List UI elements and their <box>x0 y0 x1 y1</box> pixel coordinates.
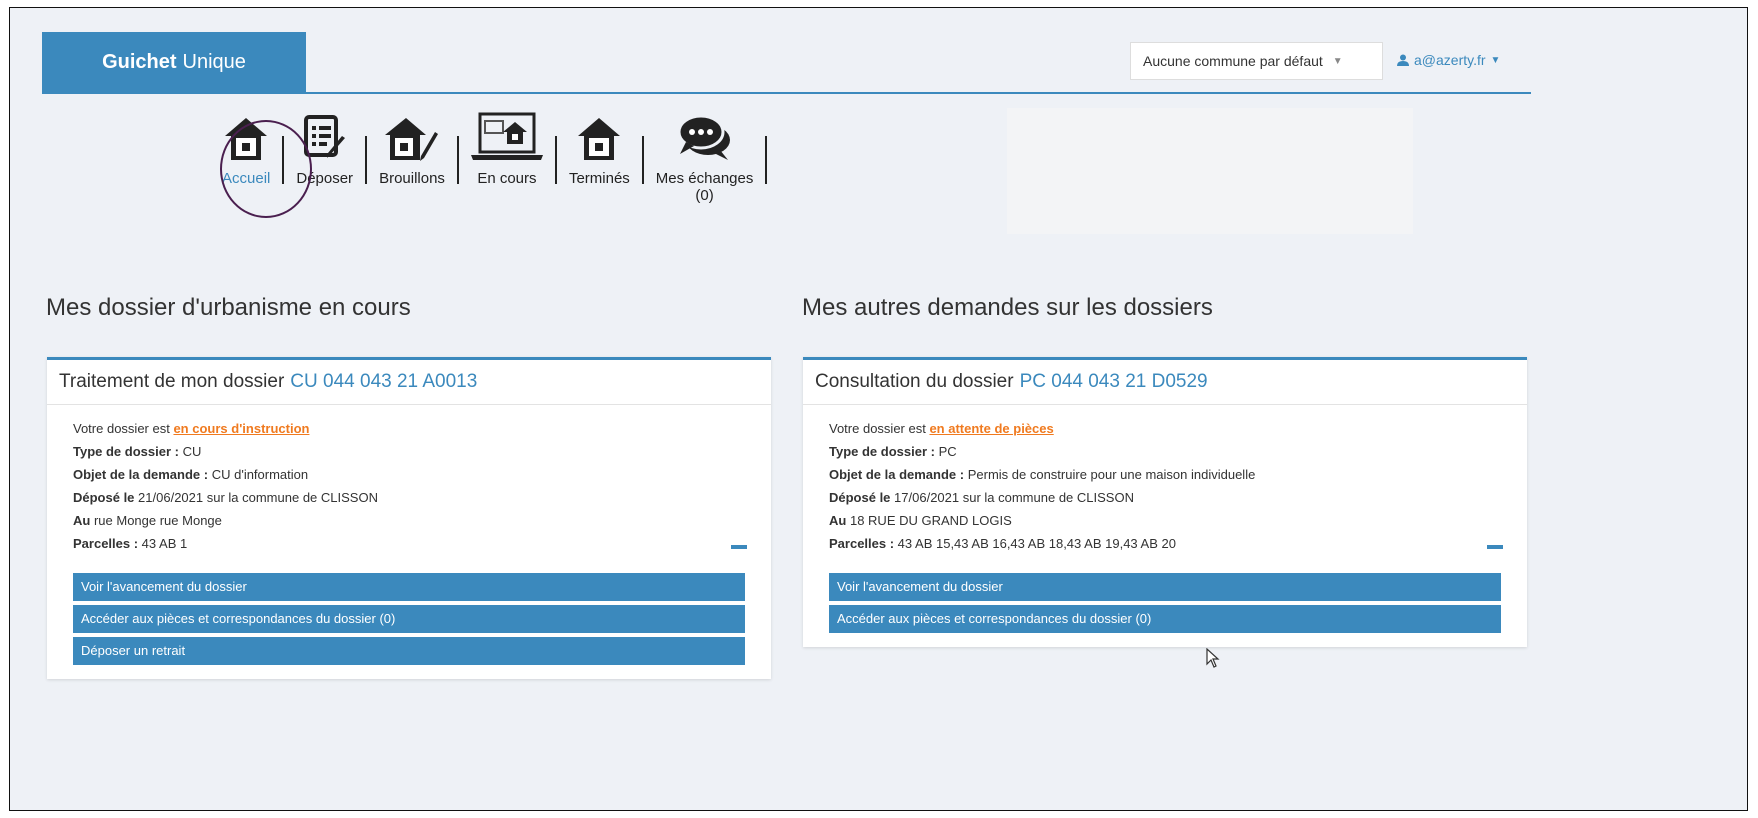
chevron-down-icon: ▼ <box>1490 54 1501 66</box>
brand-rest: Unique <box>182 50 246 73</box>
nav-label-termines: Terminés <box>568 170 630 187</box>
section-title-dossiers: Mes dossier d'urbanisme en cours <box>46 294 411 321</box>
dossier-card: Consultation du dossier PC 044 043 21 D0… <box>803 357 1527 647</box>
type-label: Type de dossier : <box>73 444 179 459</box>
user-menu[interactable]: a@azerty.fr ▼ <box>1397 52 1500 68</box>
depose-label: Déposé le <box>829 490 891 505</box>
chevron-down-icon: ▼ <box>1332 55 1343 67</box>
nav-count-mes-echanges: (0) <box>695 187 714 204</box>
dossier-card: Traitement de mon dossier CU 044 043 21 … <box>47 357 771 679</box>
depose-line: Déposé le 17/06/2021 sur la commune de C… <box>829 486 1501 509</box>
status-prefix: Votre dossier est <box>73 421 170 436</box>
nav-divider <box>765 136 768 184</box>
commune-select[interactable]: Aucune commune par défaut ▼ <box>1130 42 1383 80</box>
adresse-value: rue Monge rue Monge <box>93 513 222 528</box>
adresse-label: Au <box>829 513 847 528</box>
type-line: Type de dossier : PC <box>829 440 1501 463</box>
voir-avancement-button[interactable]: Voir l'avancement du dossier <box>73 573 745 601</box>
status-line: Votre dossier est en attente de pièces <box>829 417 1501 440</box>
nav-item-en-cours[interactable]: En cours <box>459 110 555 187</box>
depose-value: 21/06/2021 sur la commune de CLISSON <box>138 490 378 505</box>
parcelles-value: 43 AB 1 <box>141 536 188 551</box>
adresse-line: Au 18 RUE DU GRAND LOGIS <box>829 509 1501 532</box>
adresse-line: Au rue Monge rue Monge <box>73 509 745 532</box>
section-title-autres-demandes: Mes autres demandes sur les dossiers <box>802 294 1213 321</box>
type-label: Type de dossier : <box>829 444 935 459</box>
user-icon <box>1397 54 1409 66</box>
deposer-retrait-button[interactable]: Déposer un retrait <box>73 637 745 665</box>
house-icon <box>578 118 621 160</box>
parcelles-line: Parcelles : 43 AB 1 <box>73 532 745 555</box>
nav-label-brouillons: Brouillons <box>379 170 445 187</box>
status-link[interactable]: en attente de pièces <box>929 421 1053 436</box>
card-header: Consultation du dossier PC 044 043 21 D0… <box>803 360 1527 405</box>
parcelles-label: Parcelles : <box>829 536 895 551</box>
nav-label-en-cours: En cours <box>477 170 537 187</box>
voir-avancement-button[interactable]: Voir l'avancement du dossier <box>829 573 1501 601</box>
top-bar: Guichet Unique Aucune commune par défaut… <box>42 32 1531 94</box>
card-header: Traitement de mon dossier CU 044 043 21 … <box>47 360 771 405</box>
type-value: CU <box>182 444 202 459</box>
parcelles-line: Parcelles : 43 AB 15,43 AB 16,43 AB 18,4… <box>829 532 1501 555</box>
card-actions: Voir l'avancement du dossier Accéder aux… <box>73 573 745 665</box>
objet-value: Permis de construire pour une maison ind… <box>967 467 1256 482</box>
objet-line: Objet de la demande : Permis de construi… <box>829 463 1501 486</box>
objet-label: Objet de la demande : <box>73 467 209 482</box>
type-line: Type de dossier : CU <box>73 440 745 463</box>
collapse-icon[interactable] <box>1487 545 1503 549</box>
depose-value: 17/06/2021 sur la commune de CLISSON <box>894 490 1134 505</box>
brand-bold: Guichet <box>102 50 177 73</box>
card-actions: Voir l'avancement du dossier Accéder aux… <box>829 573 1501 633</box>
objet-value: CU d'information <box>211 467 309 482</box>
dossier-ref-link[interactable]: CU 044 043 21 A0013 <box>290 371 477 393</box>
card-body: Votre dossier est en cours d'instruction… <box>47 405 771 679</box>
type-value: PC <box>938 444 957 459</box>
house-pencil-icon <box>385 118 438 161</box>
nav-label-mes-echanges: Mes échanges <box>655 170 754 187</box>
commune-select-value: Aucune commune par défaut <box>1143 53 1323 69</box>
objet-line: Objet de la demande : CU d'information <box>73 463 745 486</box>
objet-label: Objet de la demande : <box>829 467 965 482</box>
card-body: Votre dossier est en attente de pièces T… <box>803 405 1527 647</box>
dossier-ref-link[interactable]: PC 044 043 21 D0529 <box>1020 371 1208 393</box>
nav-placeholder-panel <box>1007 108 1413 234</box>
depose-line: Déposé le 21/06/2021 sur la commune de C… <box>73 486 745 509</box>
app-window: Guichet Unique Aucune commune par défaut… <box>9 7 1748 811</box>
chat-bubbles-icon <box>677 114 730 160</box>
card-title: Consultation du dossier <box>815 371 1014 392</box>
acceder-pieces-button[interactable]: Accéder aux pièces et correspondances du… <box>829 605 1501 633</box>
nav-item-brouillons[interactable]: Brouillons <box>367 110 457 187</box>
acceder-pieces-button[interactable]: Accéder aux pièces et correspondances du… <box>73 605 745 633</box>
nav-item-mes-echanges[interactable]: Mes échanges (0) <box>644 110 766 204</box>
laptop-house-icon <box>470 112 543 160</box>
parcelles-label: Parcelles : <box>73 536 139 551</box>
user-email: a@azerty.fr <box>1414 52 1486 68</box>
depose-label: Déposé le <box>73 490 135 505</box>
status-prefix: Votre dossier est <box>829 421 926 436</box>
status-link[interactable]: en cours d'instruction <box>173 421 309 436</box>
active-nav-highlight-circle <box>220 120 312 218</box>
mouse-cursor-icon <box>1206 648 1220 668</box>
adresse-value: 18 RUE DU GRAND LOGIS <box>849 513 1012 528</box>
adresse-label: Au <box>73 513 91 528</box>
card-title: Traitement de mon dossier <box>59 371 285 392</box>
brand-logo[interactable]: Guichet Unique <box>42 32 306 92</box>
nav-item-termines[interactable]: Terminés <box>557 110 642 187</box>
status-line: Votre dossier est en cours d'instruction <box>73 417 745 440</box>
collapse-icon[interactable] <box>731 545 747 549</box>
parcelles-value: 43 AB 15,43 AB 16,43 AB 18,43 AB 19,43 A… <box>897 536 1176 551</box>
